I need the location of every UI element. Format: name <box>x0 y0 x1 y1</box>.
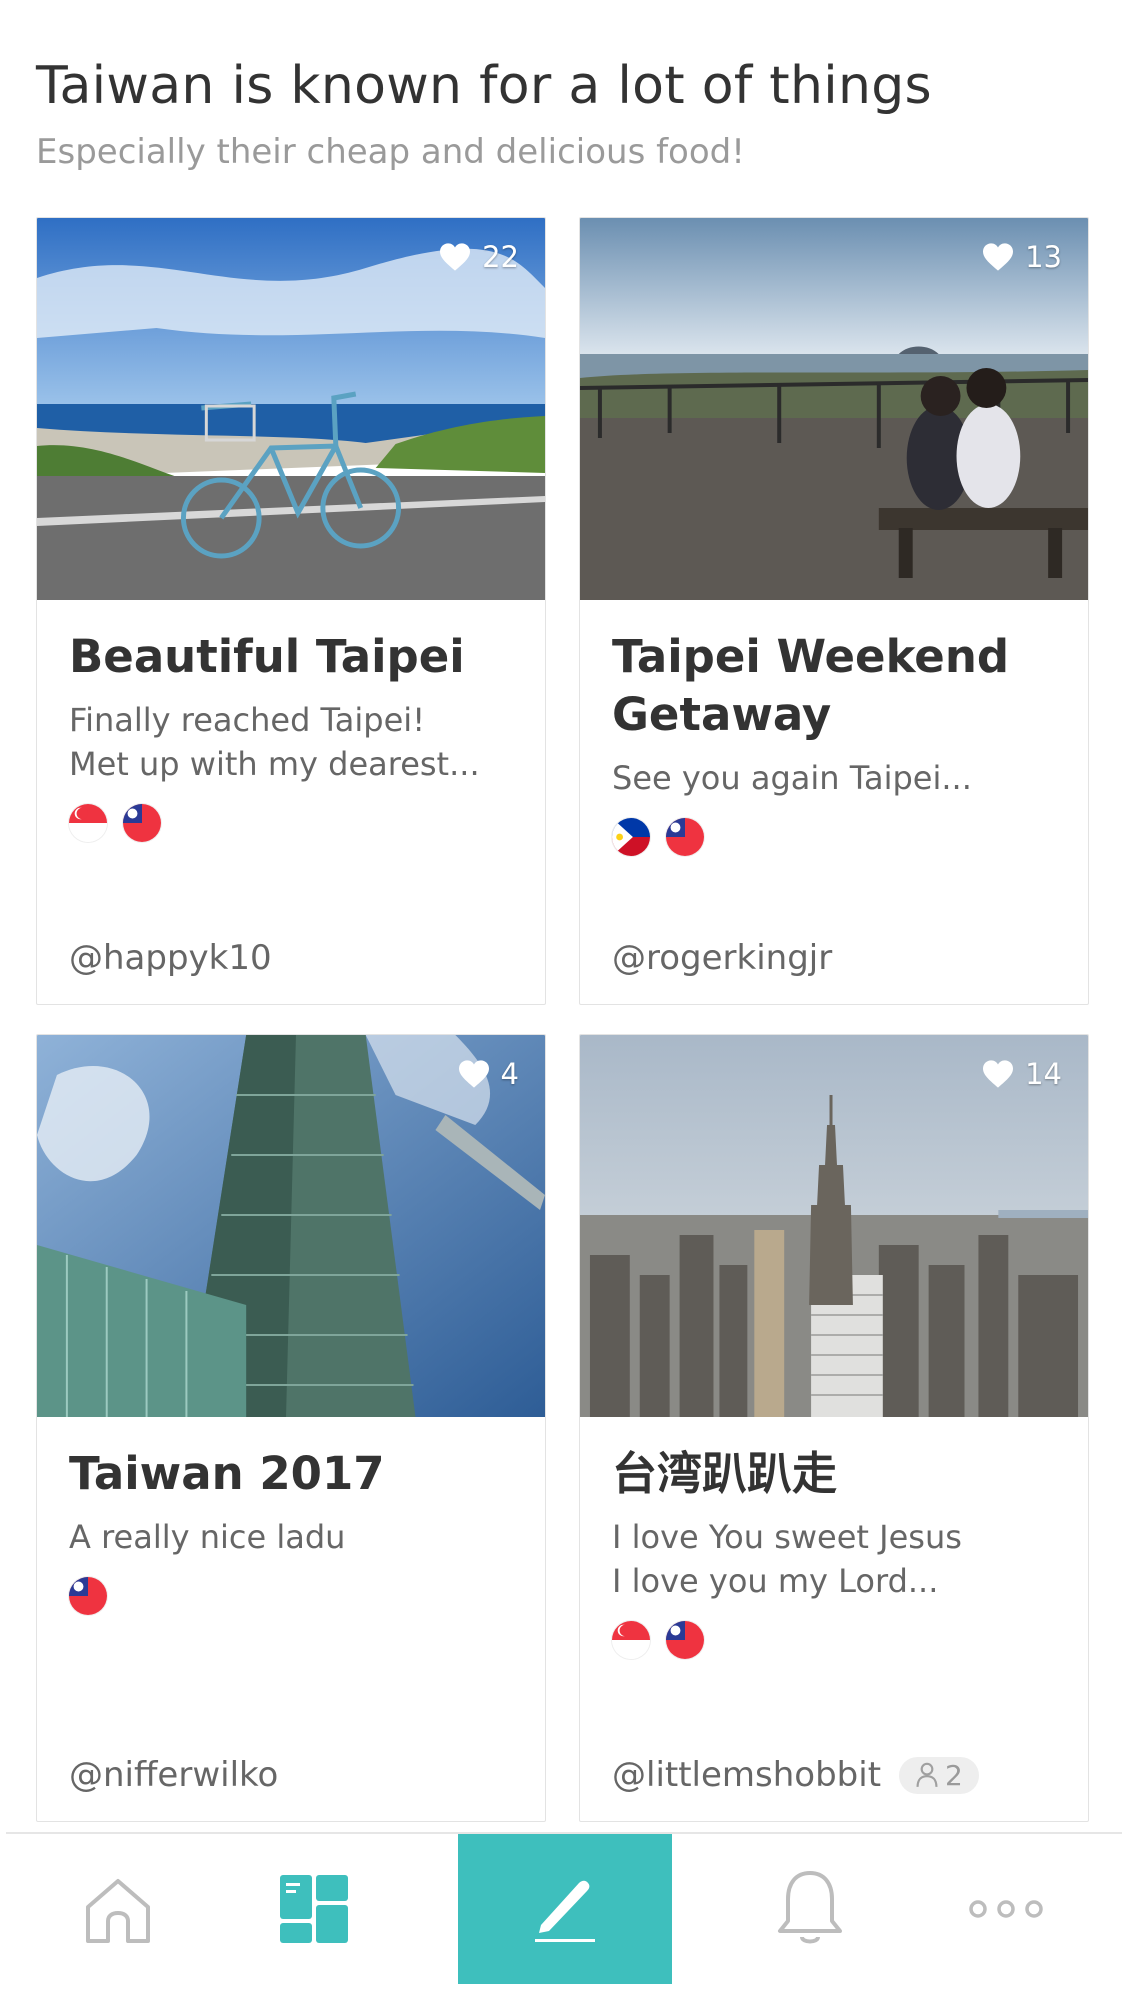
trip-card[interactable]: 22 Beautiful Taipei Finally reached Taip… <box>36 217 546 1005</box>
home-icon <box>86 1879 150 1943</box>
trip-photo-bicycle-beach: 22 <box>37 218 545 600</box>
taiwan-flag-icon <box>69 1577 107 1615</box>
nav-notifications[interactable] <box>710 1834 910 1984</box>
pencil-icon <box>535 1880 595 1942</box>
collaborator-count: 2 <box>945 1758 963 1792</box>
author-handle[interactable]: @happyk10 <box>69 938 272 978</box>
trip-card[interactable]: 4 Taiwan 2017 A really nice ladu @niffer… <box>36 1034 546 1822</box>
philippines-flag-icon <box>612 818 650 856</box>
card-title: Taiwan 2017 <box>69 1447 385 1500</box>
page-title: Taiwan is known for a lot of things <box>36 56 932 116</box>
like-count-value: 22 <box>482 240 519 274</box>
author-handle-text: @littlemshobbit <box>612 1755 882 1795</box>
taiwan-flag-icon <box>666 1621 704 1659</box>
nav-home[interactable] <box>18 1834 218 1984</box>
card-excerpt: Finally reached Taipei! Met up with my d… <box>69 701 480 783</box>
bell-icon <box>778 1871 842 1944</box>
card-excerpt: See you again Taipei... <box>612 759 972 797</box>
collaborator-badge[interactable]: 2 <box>899 1756 979 1794</box>
trip-card[interactable]: 14 台湾趴趴走 I love You sweet Jesus I love y… <box>579 1034 1089 1822</box>
author-handle[interactable]: @littlemshobbit 2 <box>612 1755 979 1795</box>
card-title: Beautiful Taipei <box>69 630 465 683</box>
author-handle[interactable]: @nifferwilko <box>69 1755 278 1795</box>
nav-feed[interactable] <box>214 1834 414 1984</box>
heart-icon <box>983 1060 1014 1088</box>
like-count-value: 4 <box>500 1057 519 1091</box>
more-dots-icon <box>969 1900 1043 1918</box>
trip-card[interactable]: 13 Taipei Weekend Getaway See you again … <box>579 217 1089 1005</box>
singapore-flag-icon <box>69 804 107 842</box>
like-count[interactable]: 22 <box>438 240 519 274</box>
heart-icon <box>440 243 471 271</box>
author-handle-text: @happyk10 <box>69 938 272 978</box>
country-flags <box>69 804 521 842</box>
like-count[interactable]: 4 <box>457 1057 519 1091</box>
grid-feed-icon <box>280 1875 348 1943</box>
card-title: 台湾趴趴走 <box>612 1447 838 1500</box>
taiwan-flag-icon <box>123 804 161 842</box>
author-handle-text: @rogerkingjr <box>612 938 833 978</box>
author-handle-text: @nifferwilko <box>69 1755 279 1795</box>
like-count-value: 13 <box>1025 240 1062 274</box>
bottom-navigation <box>6 1832 1122 1984</box>
singapore-flag-icon <box>612 1621 650 1659</box>
country-flags <box>612 818 1064 856</box>
heart-icon <box>458 1060 489 1088</box>
page-header: Taiwan is known for a lot of things Espe… <box>36 54 1086 174</box>
like-count-value: 14 <box>1025 1057 1062 1091</box>
person-icon <box>916 1762 938 1787</box>
like-count[interactable]: 13 <box>981 240 1062 274</box>
card-title: Taipei Weekend Getaway <box>612 630 1010 741</box>
card-excerpt: A really nice ladu <box>69 1518 346 1556</box>
page-subtitle: Especially their cheap and delicious foo… <box>36 132 745 172</box>
card-excerpt: I love You sweet Jesus I love you my Lor… <box>612 1518 962 1600</box>
author-handle[interactable]: @rogerkingjr <box>612 938 832 978</box>
country-flags <box>612 1621 1064 1659</box>
nav-compose[interactable] <box>458 1834 672 1984</box>
taiwan-flag-icon <box>666 818 704 856</box>
like-count[interactable]: 14 <box>981 1057 1062 1091</box>
trip-photo-couple-boardwalk: 13 <box>580 218 1088 600</box>
trip-photo-taipei-101: 4 <box>37 1035 545 1417</box>
heart-icon <box>983 243 1014 271</box>
country-flags <box>69 1577 521 1615</box>
trip-photo-city-skyline: 14 <box>580 1035 1088 1417</box>
nav-more[interactable] <box>906 1834 1106 1984</box>
